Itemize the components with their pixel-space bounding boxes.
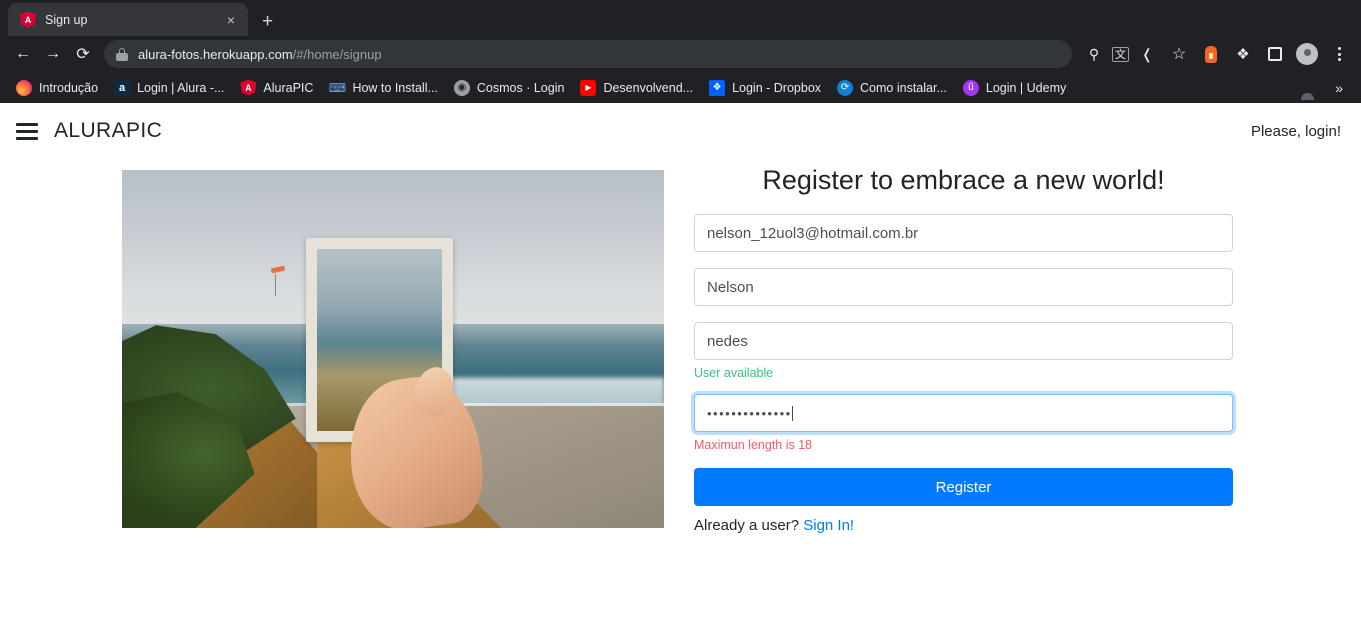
tab-strip: A Sign up × + [0,0,1361,36]
bookmark-label: Login - Dropbox [732,80,822,95]
dropbox-icon: ❖ [709,79,726,96]
register-button[interactable]: Register [694,468,1233,506]
toolbar-icons: ⚲ 文 ❬ ☆ ❖ [1080,40,1353,100]
sign-in-link[interactable]: Sign In! [803,517,854,534]
youtube-icon: ▶ [580,79,597,96]
translate-icon[interactable]: 文 [1112,46,1129,62]
bookmarks-bar: Introdução a Login | Alura -... A AluraP… [0,72,1361,103]
extension-fire-icon[interactable] [1197,40,1225,68]
hamburger-menu-icon[interactable] [16,122,38,140]
text-cursor [791,405,793,421]
password-key-icon[interactable]: ⚲ [1080,40,1108,68]
username-available-message: User available [694,366,774,380]
browser-toolbar: ← → ⟳ alura-fotos.herokuapp.com/#/home/s… [0,36,1361,100]
bookmark-star-icon[interactable]: ☆ [1165,40,1193,68]
password-masked-value: •••••••••••••• [707,405,792,421]
side-panel-icon[interactable] [1261,40,1289,68]
forward-button[interactable]: → [38,39,68,69]
profile-avatar-icon[interactable] [1293,40,1321,100]
browser-tab-sign-up[interactable]: A Sign up × [8,3,248,36]
signin-prompt-text: Already a user? [694,517,800,534]
fullname-field[interactable] [694,268,1233,306]
udemy-icon: ũ [962,79,979,96]
browser-chrome: A Sign up × + ← → ⟳ alura-fotos.herokuap… [0,0,1361,103]
login-message: Please, login! [1250,122,1341,140]
bookmark-how-to-install[interactable]: ⌨ How to Install... [321,76,445,100]
bookmark-desenvolvendo[interactable]: ▶ Desenvolvend... [572,76,701,100]
bookmark-label: Cosmos · Login [476,80,565,95]
password-field[interactable]: •••••••••••••• [694,394,1233,432]
site-navbar: ALURAPIC Please, login! [0,103,1361,159]
bookmark-label: How to Install... [352,80,438,95]
extensions-puzzle-icon[interactable]: ❖ [1229,40,1257,68]
bookmarks-overflow-button[interactable]: » [1325,80,1353,96]
bookmark-como-instalar[interactable]: ⟳ Como instalar... [829,76,955,100]
bookmark-alurapic[interactable]: A AluraPIC [232,76,321,100]
install-icon: ⌨ [328,80,347,95]
angular-shield-icon: A [240,79,257,96]
tab-title: Sign up [45,12,88,27]
bookmark-login-alura[interactable]: a Login | Alura -... [106,76,232,100]
globe-icon: ◉ [453,79,470,96]
bookmark-login-udemy[interactable]: ũ Login | Udemy [955,76,1074,100]
url-host: alura-fotos.herokuapp.com [138,46,293,62]
page-content: ALURAPIC Please, login! Register to embr… [0,103,1361,624]
address-bar[interactable]: alura-fotos.herokuapp.com/#/home/signup [104,40,1072,68]
share-icon[interactable]: ❬ [1133,40,1161,68]
bookmark-label: AluraPIC [263,80,314,95]
firefox-icon [16,79,32,96]
back-button[interactable]: ← [8,39,38,69]
bookmark-login-dropbox[interactable]: ❖ Login - Dropbox [701,76,829,100]
angular-shield-icon: A [20,11,36,28]
alura-icon: a [114,79,131,96]
bookmark-cosmos-login[interactable]: ◉ Cosmos · Login [446,76,573,100]
bookmark-label: Desenvolvend... [603,80,694,95]
hero-photo [122,170,664,528]
bookmark-label: Login | Alura -... [137,80,225,95]
address-bar-url: alura-fotos.herokuapp.com/#/home/signup [138,47,382,62]
bookmark-label: Introdução [39,80,99,95]
signin-prompt: Already a user? Sign In! [694,517,1233,534]
lock-icon [116,47,128,61]
bookmark-label: Login | Udemy [985,80,1067,95]
page-title: ALURAPIC [54,119,163,142]
bookmark-introducao[interactable]: Introdução [8,76,106,100]
blue-circle-icon: ⟳ [837,79,854,96]
signup-form: Register to embrace a new world! User av… [694,159,1233,534]
new-tab-button[interactable]: + [262,12,273,31]
photo-kite-line [274,273,276,296]
form-title: Register to embrace a new world! [762,165,1165,195]
username-field[interactable] [694,322,1233,360]
email-field[interactable] [694,214,1233,252]
chrome-menu-icon[interactable] [1325,40,1353,68]
bookmark-label: Como instalar... [860,80,947,95]
url-path: /#/home/signup [292,46,382,62]
reload-button[interactable]: ⟳ [68,39,98,69]
password-error-message: Maximun length is 18 [694,438,813,452]
tab-close-icon[interactable]: × [222,13,240,27]
photo-frame-beach [122,170,664,528]
